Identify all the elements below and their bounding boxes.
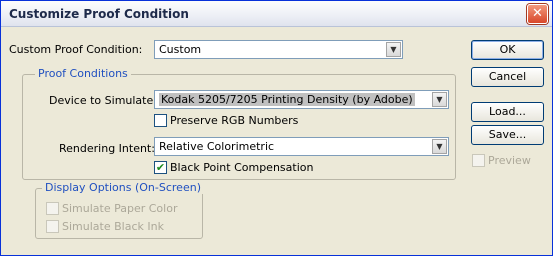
save-button[interactable]: Save... bbox=[471, 125, 544, 145]
simulate-black-ink-label: Simulate Black Ink bbox=[62, 220, 164, 233]
chevron-down-icon: ▼ bbox=[432, 139, 447, 154]
intent-value: Relative Colorimetric bbox=[159, 140, 275, 153]
simulate-black-ink-checkbox[interactable] bbox=[46, 220, 59, 233]
intent-label: Rendering Intent: bbox=[59, 142, 155, 155]
device-value: Kodak 5205/7205 Printing Density (by Ado… bbox=[159, 93, 415, 106]
display-options-legend: Display Options (On-Screen) bbox=[42, 181, 204, 194]
simulate-paper-checkbox[interactable] bbox=[46, 202, 59, 215]
proof-conditions-legend: Proof Conditions bbox=[35, 67, 131, 80]
load-button[interactable]: Load... bbox=[471, 102, 544, 122]
title-bar: Customize Proof Condition ✕ bbox=[1, 1, 552, 27]
intent-select[interactable]: Relative Colorimetric ▼ bbox=[154, 137, 449, 156]
preserve-rgb-checkbox[interactable] bbox=[154, 114, 167, 127]
chevron-down-icon: ▼ bbox=[432, 92, 447, 107]
dialog-title: Customize Proof Condition bbox=[9, 7, 189, 21]
preview-checkbox[interactable] bbox=[472, 154, 485, 167]
device-select[interactable]: Kodak 5205/7205 Printing Density (by Ado… bbox=[154, 90, 449, 109]
customize-proof-dialog: Customize Proof Condition ✕ Custom Proof… bbox=[0, 0, 553, 256]
custom-condition-value: Custom bbox=[159, 43, 202, 56]
check-icon: ✔ bbox=[155, 161, 166, 174]
close-icon: ✕ bbox=[532, 6, 543, 21]
black-point-checkbox[interactable]: ✔ bbox=[154, 161, 167, 174]
ok-button[interactable]: OK bbox=[471, 40, 544, 60]
preserve-rgb-label: Preserve RGB Numbers bbox=[170, 114, 299, 127]
device-label: Device to Simulate: bbox=[49, 94, 157, 107]
simulate-paper-label: Simulate Paper Color bbox=[62, 202, 178, 215]
chevron-down-icon: ▼ bbox=[386, 42, 401, 57]
custom-condition-label: Custom Proof Condition: bbox=[9, 43, 143, 56]
close-button[interactable]: ✕ bbox=[527, 4, 548, 24]
cancel-button[interactable]: Cancel bbox=[471, 67, 544, 87]
black-point-label: Black Point Compensation bbox=[170, 161, 314, 174]
custom-condition-select[interactable]: Custom ▼ bbox=[154, 40, 403, 59]
preview-label: Preview bbox=[488, 154, 531, 167]
